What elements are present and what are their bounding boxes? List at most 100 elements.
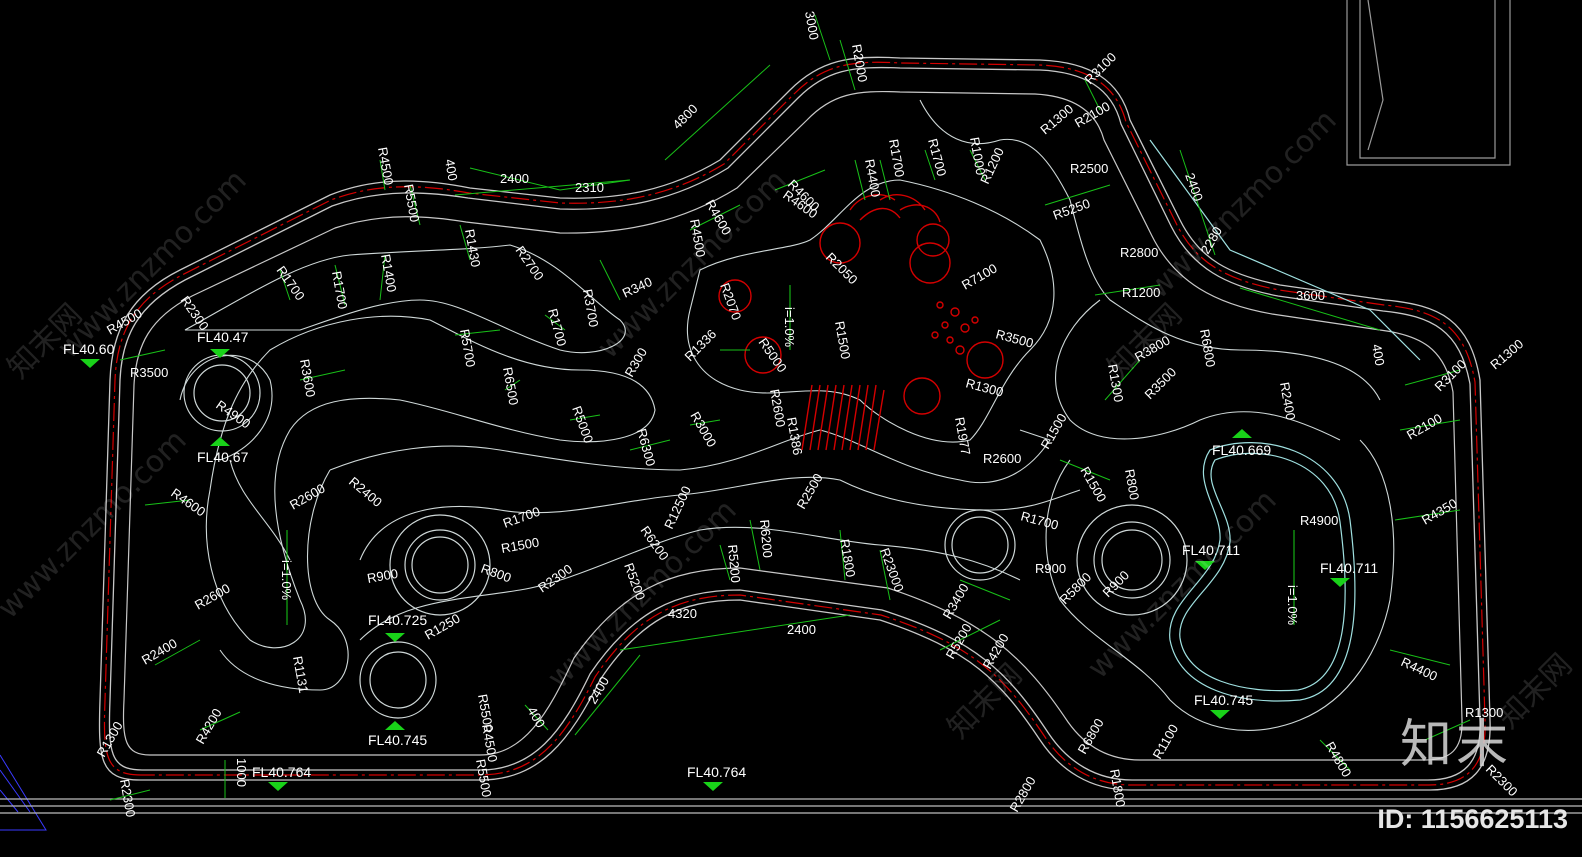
radius-label: R6200 <box>757 519 775 558</box>
dimension-label: 400 <box>442 158 461 182</box>
level-markers <box>80 349 1350 791</box>
radius-label: R1700 <box>501 504 542 531</box>
radius-label: R3100 <box>1432 356 1470 394</box>
radius-label: R2500 <box>1070 161 1108 176</box>
radius-label: R1700 <box>1019 508 1060 532</box>
watermark-text: www.znzmo.com <box>591 163 794 366</box>
radius-label: R1200 <box>1122 285 1160 300</box>
radius-label: R5500 <box>473 758 494 798</box>
radius-label: R1500 <box>1038 411 1070 452</box>
radius-label: R1500 <box>500 535 540 556</box>
radius-label: R1300 <box>1487 336 1526 372</box>
radius-label: R1700 <box>274 263 308 303</box>
radius-label: R1300 <box>1037 101 1076 137</box>
radius-label: R1430 <box>462 228 483 268</box>
radius-label: R2050 <box>823 250 861 288</box>
radius-label: R6800 <box>1197 328 1218 368</box>
radius-label: R1500 <box>1077 464 1109 505</box>
radius-label: R1300 <box>94 719 126 760</box>
level-label: FL40.764 <box>252 764 311 780</box>
radius-label: R3500 <box>130 365 168 380</box>
radius-label: R1977 <box>952 416 973 456</box>
slope-label: i=1.0% <box>782 307 797 348</box>
dimension-label: 4320 <box>668 606 697 621</box>
radius-label: R3500 <box>994 326 1035 350</box>
radius-label: R2100 <box>1404 410 1445 442</box>
radius-label: R900 <box>1035 561 1066 576</box>
level-label: FL40.764 <box>687 764 746 780</box>
radius-label: R2300 <box>178 293 212 333</box>
radius-label: R4350 <box>1419 495 1460 527</box>
radius-label: R2300 <box>117 778 138 818</box>
road-edge-lines <box>0 798 1582 814</box>
dimension-label: 2400 <box>787 622 816 637</box>
reference-frame <box>1346 0 1511 166</box>
dimension-label: 400 <box>1369 343 1388 367</box>
radius-label: R7100 <box>959 260 1000 292</box>
radius-label: R5000 <box>569 404 596 445</box>
stepping-slats <box>801 384 885 451</box>
radius-label: R4800 <box>1322 739 1354 780</box>
level-label: FL40.711 <box>1182 542 1240 558</box>
radius-label: R1700 <box>329 270 350 310</box>
radius-label: R4900 <box>1300 513 1338 528</box>
dimension-label: 4800 <box>670 101 701 132</box>
radius-label: R4600 <box>168 485 208 519</box>
level-label: FL40.669 <box>1212 442 1271 458</box>
level-label: FL40.67 <box>197 449 249 465</box>
radius-label: R3600 <box>297 358 318 398</box>
radius-label: R5250 <box>1051 196 1092 223</box>
watermark-text: www.znzmo.com <box>0 423 194 626</box>
radius-label: R1800 <box>837 538 858 578</box>
dimension-label: 3600 <box>1296 288 1325 303</box>
radius-label: R3700 <box>580 288 601 328</box>
radius-label: R1386 <box>784 416 805 456</box>
slope-label: i=1.0% <box>279 560 294 601</box>
dimension-label: 1000 <box>234 758 249 787</box>
radius-label: R4500 <box>375 146 396 186</box>
dimension-label: 3000 <box>802 10 822 41</box>
slope-label: i=1.0% <box>1285 585 1300 626</box>
dimension-label: 2400 <box>1182 171 1206 203</box>
radius-label: R2400 <box>1277 381 1298 421</box>
radius-label: R5700 <box>457 328 478 368</box>
corner-hatch <box>0 754 47 831</box>
level-label: FL40.745 <box>368 732 427 748</box>
dimension-labels: 3000 4800 2400 2310 400 2400 2280 3600 4… <box>234 10 1388 787</box>
radius-label: R800 <box>1122 468 1142 501</box>
level-label: FL40.745 <box>1194 692 1253 708</box>
radius-label: R2100 <box>1072 98 1113 130</box>
radius-label: R2400 <box>346 474 385 510</box>
radius-label: R2600 <box>983 451 1021 466</box>
red-rockery-features <box>718 194 1004 451</box>
level-label: FL40.711 <box>1320 560 1378 576</box>
radius-label: R3500 <box>1142 364 1180 402</box>
radius-label: R5200 <box>943 621 975 662</box>
dimension-label: 2400 <box>500 171 529 186</box>
radius-label: R2800 <box>1120 245 1158 260</box>
radius-label: R2800 <box>1007 774 1039 815</box>
radius-label: R2500 <box>794 471 826 512</box>
watermark-brand-small: 知末网 <box>941 657 1029 745</box>
radius-label: R2000 <box>849 43 870 83</box>
level-label: FL40.725 <box>368 612 427 628</box>
radius-label: R800 <box>479 561 513 586</box>
radius-label: R4400 <box>1399 654 1440 684</box>
dimension-label: 2400 <box>585 674 612 707</box>
radius-label: R4200 <box>193 706 225 747</box>
radius-label: R5500 <box>475 693 496 733</box>
radius-label: R1800 <box>1107 768 1128 808</box>
radius-label: R2700 <box>513 243 547 283</box>
radius-label: R3400 <box>940 581 972 622</box>
radius-label: R6300 <box>634 427 658 468</box>
radius-label: R1700 <box>886 138 907 178</box>
brand-logo: 知末 <box>1399 715 1512 775</box>
radius-label: R5200 <box>725 544 743 583</box>
radius-label: R1100 <box>1150 722 1182 762</box>
dimension-lines <box>109 14 1471 801</box>
radius-label: R1300 <box>964 375 1005 399</box>
image-id-label: ID: 1156625113 <box>1377 804 1568 834</box>
cad-drawing-canvas: www.znzmo.com www.znzmo.com www.znzmo.co… <box>0 0 1582 831</box>
radius-label: R6500 <box>500 366 521 406</box>
level-label: FL40.60 <box>63 341 115 357</box>
